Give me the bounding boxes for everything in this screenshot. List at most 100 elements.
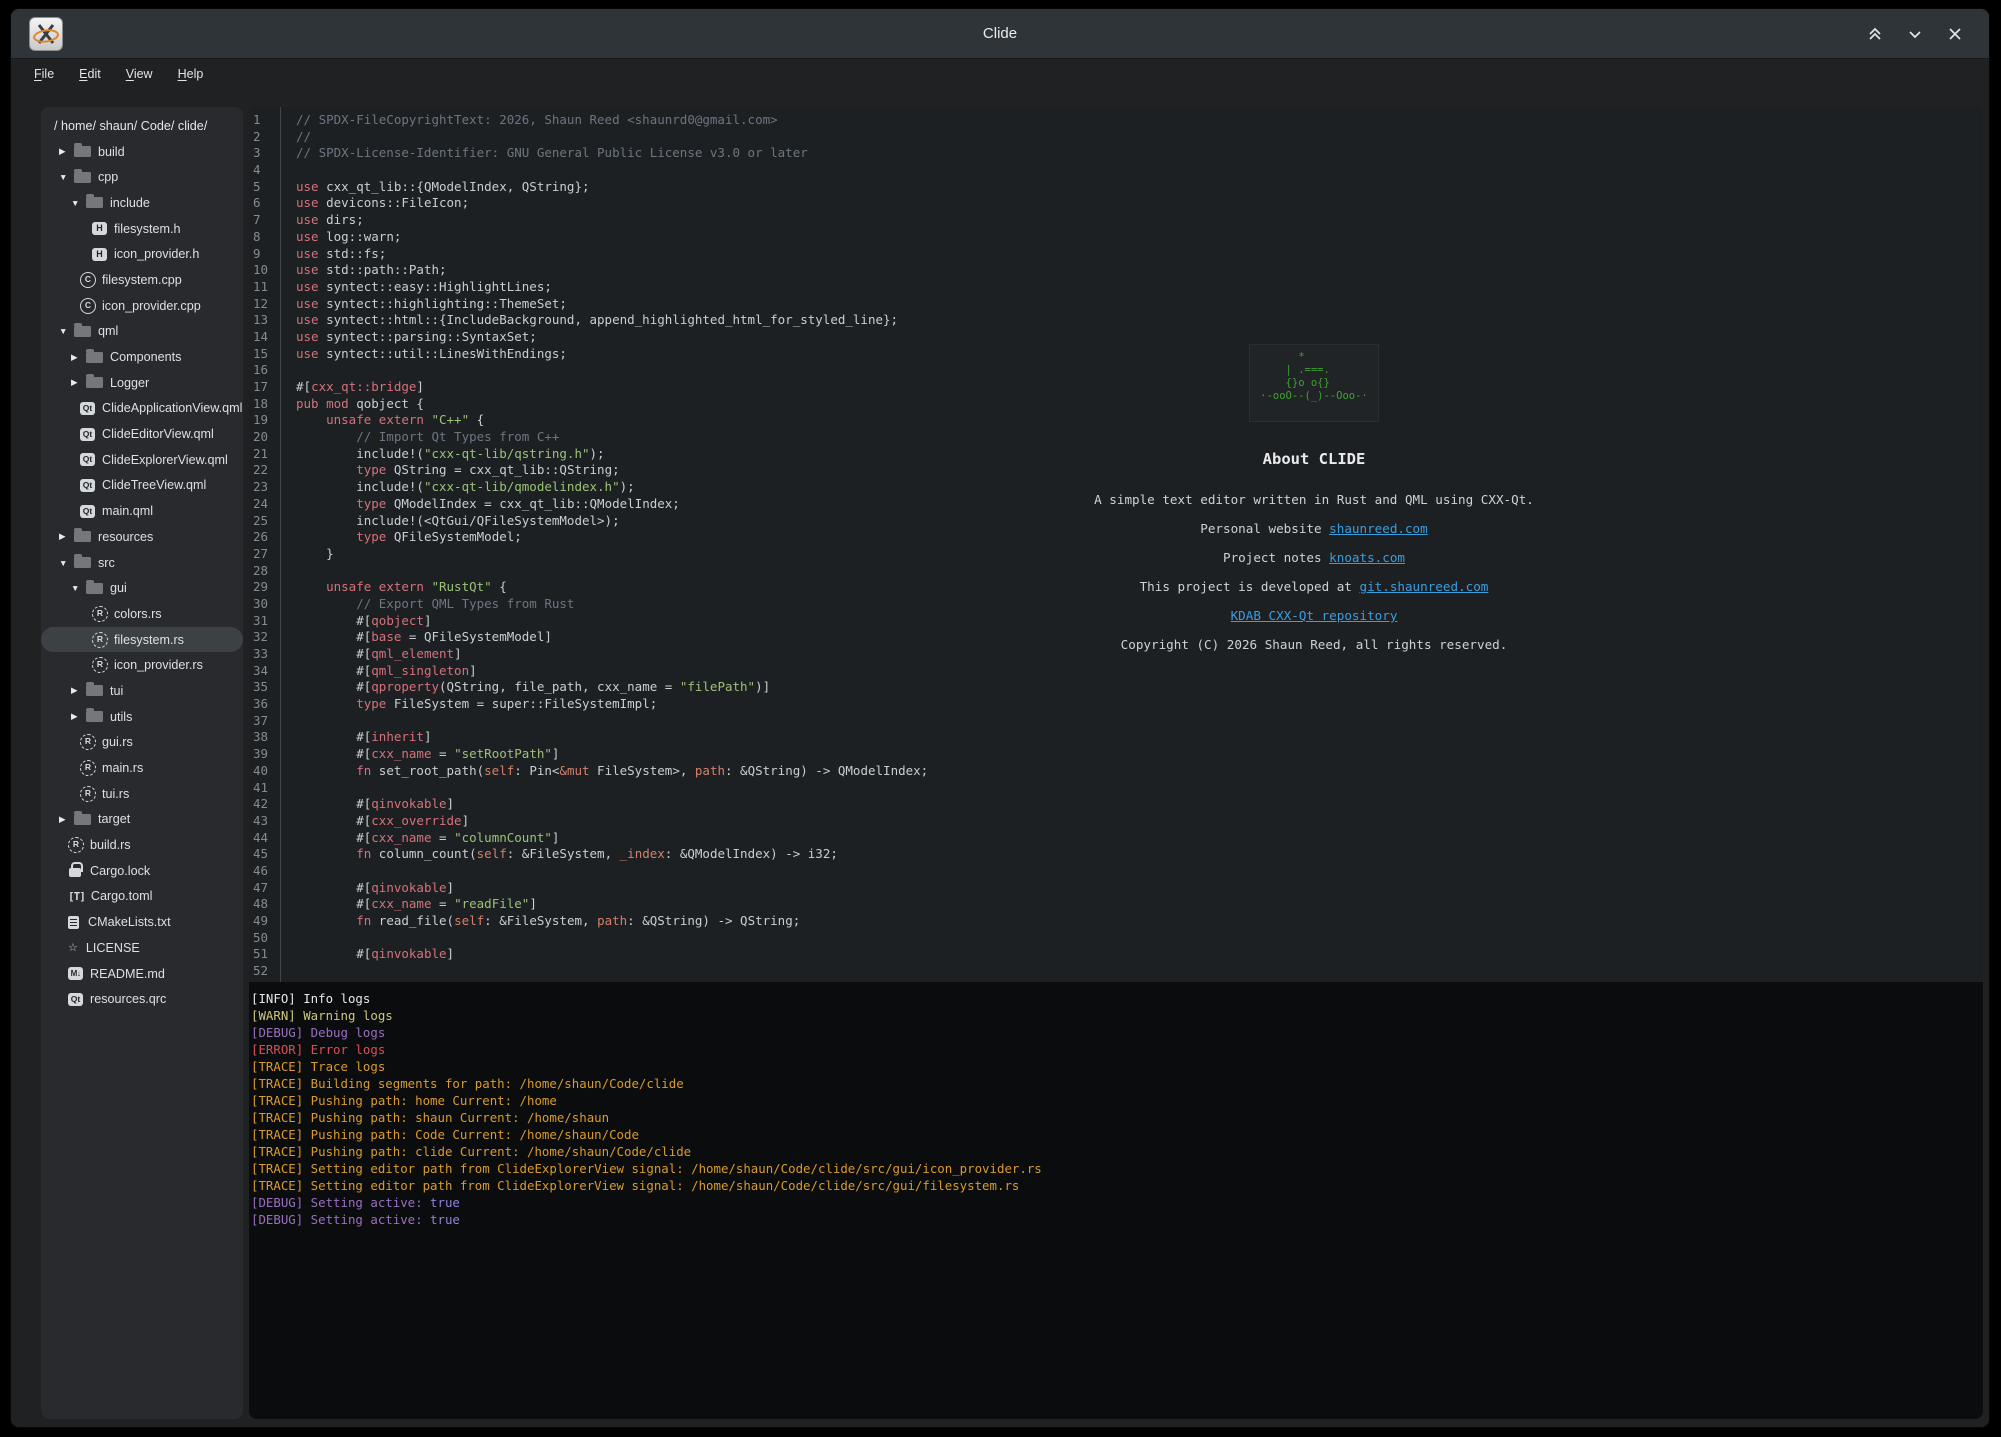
tree-item-build-rs[interactable]: Rbuild.rs	[41, 832, 243, 858]
chevron-expanded-icon[interactable]: ▼	[59, 326, 74, 336]
menu-item-file[interactable]: File	[28, 64, 60, 84]
file-tree[interactable]: / home/ shaun/ Code/ clide/ ▶build▼cpp▼in…	[41, 107, 243, 1419]
chevron-collapsed-icon[interactable]: ▶	[71, 352, 86, 363]
maximize-button[interactable]	[1863, 22, 1887, 46]
line-number: 35	[253, 679, 268, 696]
chevron-expanded-icon[interactable]: ▼	[59, 558, 74, 568]
tree-item-main-rs[interactable]: Rmain.rs	[41, 755, 243, 781]
minimize-button[interactable]	[1903, 22, 1927, 46]
tree-item-src[interactable]: ▼src	[41, 550, 243, 576]
tree-item-cpp[interactable]: ▼cpp	[41, 164, 243, 190]
tree-item-tui-rs[interactable]: Rtui.rs	[41, 781, 243, 807]
tree-item-clideapplicationview-qml[interactable]: QtClideApplicationView.qml	[41, 396, 243, 422]
tree-item-label: main.rs	[102, 761, 143, 775]
tree-item-label: utils	[110, 710, 132, 724]
tree-item-clidetreeview-qml[interactable]: QtClideTreeView.qml	[41, 473, 243, 499]
tree-item-resources[interactable]: ▶resources	[41, 524, 243, 550]
code-line: 36 type FileSystem = super::FileSystemIm…	[249, 696, 1983, 713]
log-line: [TRACE] Trace logs	[251, 1058, 1983, 1075]
tree-item-icon-provider-cpp[interactable]: Cicon_provider.cpp	[41, 293, 243, 319]
line-number: 7	[253, 212, 261, 229]
tree-item-components[interactable]: ▶Components	[41, 344, 243, 370]
about-link-git-shaunreed-com[interactable]: git.shaunreed.com	[1359, 579, 1488, 594]
line-number: 47	[253, 880, 268, 897]
editor-view[interactable]: 1// SPDX-FileCopyrightText: 2026, Shaun …	[249, 107, 1983, 982]
tree-item-filesystem-rs[interactable]: Rfilesystem.rs	[41, 627, 243, 653]
tree-item-include[interactable]: ▼include	[41, 190, 243, 216]
about-link-kdab-cxx-qt-repository[interactable]: KDAB CXX-Qt repository	[1231, 608, 1398, 623]
menu-item-edit[interactable]: Edit	[73, 64, 107, 84]
line-number: 18	[253, 396, 268, 413]
line-number: 4	[253, 162, 261, 179]
tree-item-icon-provider-h[interactable]: Hicon_provider.h	[41, 241, 243, 267]
tree-item-label: LICENSE	[86, 941, 140, 955]
line-number: 12	[253, 296, 268, 313]
tree-item-cmakelists-txt[interactable]: CMakeLists.txt	[41, 909, 243, 935]
line-number: 9	[253, 246, 261, 263]
tree-item-filesystem-cpp[interactable]: Cfilesystem.cpp	[41, 267, 243, 293]
tree-item-gui[interactable]: ▼gui	[41, 575, 243, 601]
tree-root-label: / home/ shaun/ Code/ clide/	[54, 119, 207, 133]
about-link-shaunreed-com[interactable]: shaunreed.com	[1329, 521, 1428, 536]
tree-item-gui-rs[interactable]: Rgui.rs	[41, 730, 243, 756]
tree-item-tui[interactable]: ▶tui	[41, 678, 243, 704]
tree-item-label: Logger	[110, 376, 149, 390]
line-number: 52	[253, 963, 268, 980]
tree-item-utils[interactable]: ▶ utils	[41, 704, 243, 730]
log-line: [TRACE] Pushing path: clide Current: /ho…	[251, 1143, 1983, 1160]
chevron-collapsed-icon[interactable]: ▶	[71, 711, 86, 722]
tree-item-label: icon_provider.rs	[114, 658, 203, 672]
tree-item-build[interactable]: ▶build	[41, 139, 243, 165]
menu-item-view[interactable]: View	[120, 64, 159, 84]
chevron-collapsed-icon[interactable]: ▶	[71, 377, 86, 388]
chevron-collapsed-icon[interactable]: ▶	[71, 685, 86, 696]
code-line: 41	[249, 780, 1983, 797]
tree-item-license[interactable]: ☆ LICENSE	[41, 935, 243, 961]
tree-item-filesystem-h[interactable]: Hfilesystem.h	[41, 216, 243, 242]
tree-item-label: filesystem.rs	[114, 633, 184, 647]
folder-icon	[86, 197, 103, 208]
about-panel: * | .===. {}o o{} ·-ooO--(_)--Ooo-· Abou…	[1064, 107, 1564, 651]
line-number: 20	[253, 429, 268, 446]
code-line: 49 fn read_file(self: &FileSystem, path:…	[249, 913, 1983, 930]
chevron-expanded-icon[interactable]: ▼	[71, 198, 86, 208]
line-number: 27	[253, 546, 268, 563]
chevron-expanded-icon[interactable]: ▼	[71, 583, 86, 593]
tree-item-cargo-toml[interactable]: [T]Cargo.toml	[41, 884, 243, 910]
about-line: Copyright (C) 2026 Shaun Reed, all right…	[1064, 639, 1564, 651]
chevron-expanded-icon[interactable]: ▼	[59, 172, 74, 182]
line-number: 14	[253, 329, 268, 346]
tree-item-clideexplorerview-qml[interactable]: QtClideExplorerView.qml	[41, 447, 243, 473]
tree-item-logger[interactable]: ▶ Logger	[41, 370, 243, 396]
tree-item-resources-qrc[interactable]: Qtresources.qrc	[41, 986, 243, 1012]
code-line: 50	[249, 930, 1983, 947]
line-number: 5	[253, 179, 261, 196]
code-line: 46	[249, 863, 1983, 880]
close-button[interactable]	[1943, 22, 1967, 46]
tree-item-icon-provider-rs[interactable]: Ricon_provider.rs	[41, 652, 243, 678]
tree-item-colors-rs[interactable]: Rcolors.rs	[41, 601, 243, 627]
license-star-icon: ☆	[68, 941, 78, 954]
title-bar[interactable]: Clide	[11, 9, 1989, 59]
tree-item-clideeditorview-qml[interactable]: QtClideEditorView.qml	[41, 421, 243, 447]
log-line: [DEBUG] Setting active: true	[251, 1211, 1983, 1228]
folder-icon	[86, 352, 103, 363]
chevron-collapsed-icon[interactable]: ▶	[59, 146, 74, 157]
chevron-collapsed-icon[interactable]: ▶	[59, 531, 74, 542]
tree-item-readme-md[interactable]: M↓README.md	[41, 961, 243, 987]
menu-item-help[interactable]: Help	[172, 64, 210, 84]
code-line: 35 #[qproperty(QString, file_path, cxx_n…	[249, 679, 1983, 696]
chevron-collapsed-icon[interactable]: ▶	[59, 814, 74, 825]
line-number: 49	[253, 913, 268, 930]
about-text: Personal website	[1200, 521, 1329, 536]
tree-item-target[interactable]: ▶target	[41, 807, 243, 833]
tree-item-cargo-lock[interactable]: Cargo.lock	[41, 858, 243, 884]
tree-item-main-qml[interactable]: Qtmain.qml	[41, 498, 243, 524]
about-text: Project notes	[1223, 550, 1329, 565]
line-number: 40	[253, 763, 268, 780]
about-line: Project notes knoats.com	[1064, 552, 1564, 564]
about-link-knoats-com[interactable]: knoats.com	[1329, 550, 1405, 565]
log-line: [TRACE] Building segments for path: /hom…	[251, 1075, 1983, 1092]
tree-item-qml[interactable]: ▼qml	[41, 319, 243, 345]
tree-item-label: Cargo.toml	[91, 889, 153, 903]
